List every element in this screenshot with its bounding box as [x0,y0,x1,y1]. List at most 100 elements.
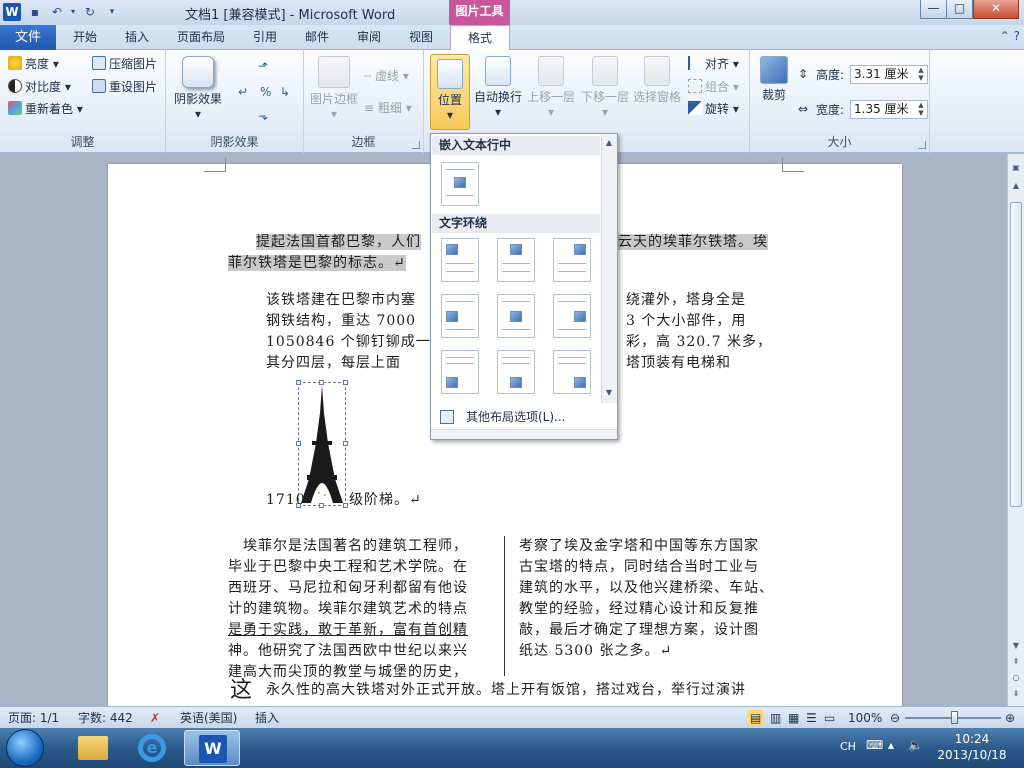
customize-toolbar-icon[interactable]: ▾ [104,4,120,20]
height-spinner-icon[interactable]: ▲ ▼ [915,66,927,83]
position-middle-left-option[interactable] [441,294,479,338]
ie-taskbar-icon[interactable]: e [124,730,180,766]
redo-icon[interactable]: ↻ [82,4,98,20]
tab-home[interactable]: 开始 [60,25,110,50]
previous-page-icon[interactable]: ⇞ [1010,656,1022,668]
menu-resize-grip[interactable] [431,429,617,439]
nudge-down-icon[interactable]: ⬎ [258,108,268,124]
explorer-taskbar-icon[interactable] [64,730,120,766]
menu-scroll-down-icon[interactable]: ▼ [603,387,615,399]
keyboard-icon[interactable]: ⌨ [866,738,883,752]
insert-mode-indicator[interactable]: 插入 [255,710,279,726]
tray-arrow-icon[interactable]: ▴ [888,738,894,752]
contrast-button[interactable]: 对比度 ▾ [8,79,71,95]
selection-pane-button[interactable]: 选择窗格 [630,56,684,105]
ruler-toggle-icon[interactable]: ▣ [1010,162,1022,174]
resize-handle[interactable] [343,380,348,385]
position-top-right-option[interactable] [553,238,591,282]
undo-dropdown-icon[interactable]: ▾ [65,4,81,20]
zoom-out-icon[interactable]: ⊖ [890,710,900,726]
menu-scroll-up-icon[interactable]: ▲ [603,137,615,149]
compress-pictures-button[interactable]: 压缩图片 [92,56,157,72]
tab-view[interactable]: 视图 [396,25,446,50]
scroll-thumb[interactable] [1010,202,1022,507]
close-button[interactable]: ✕ [973,0,1019,19]
position-top-left-option[interactable] [441,238,479,282]
proofing-icon[interactable]: ✗ [150,710,160,726]
tab-insert[interactable]: 插入 [112,25,162,50]
border-dialog-launcher-icon[interactable] [412,141,420,149]
help-icon[interactable]: ⌃ ? [1000,29,1020,43]
position-top-center-option[interactable] [497,238,535,282]
menu-scrollbar[interactable]: ▲ ▼ [601,135,617,403]
nudge-up-icon[interactable]: ⬏ [258,58,268,74]
more-layout-options-item[interactable]: 其他布局选项(L)... [432,406,600,428]
paragraph-4-line-1[interactable]: 永久性的高大铁塔对外正式开放。塔上开有饭馆，搭过戏台，举行过演讲 [266,680,746,701]
system-clock[interactable]: 10:24 2013/10/18 [936,731,1008,763]
resize-handle[interactable] [319,380,324,385]
paragraph-2-line-2-tail[interactable]: 3 个大小部件，用 [626,311,746,332]
undo-icon[interactable]: ↶ [49,4,65,20]
zoom-in-icon[interactable]: ⊕ [1005,710,1015,726]
paragraph-1-line-1-tail[interactable]: 云天的埃菲尔铁塔。埃 [618,232,768,253]
tab-page-layout[interactable]: 页面布局 [166,25,236,50]
resize-handle[interactable] [319,503,324,508]
browse-object-icon[interactable]: ○ [1010,672,1022,684]
resize-handle[interactable] [296,380,301,385]
paragraph-2-line-5-tail[interactable]: 级阶梯。↵ [349,490,422,511]
resize-handle[interactable] [343,441,348,446]
tab-mailings[interactable]: 邮件 [292,25,342,50]
reset-picture-button[interactable]: 重设图片 [92,79,157,95]
drop-cap[interactable]: 这 [230,678,253,704]
position-inline-option[interactable] [441,162,479,206]
shadow-effects-button[interactable]: 阴影效果 ▾ [172,56,224,122]
word-taskbar-icon[interactable]: W [184,730,240,766]
web-layout-view-icon[interactable]: ▦ [788,710,799,726]
start-button[interactable] [6,729,44,767]
weight-button[interactable]: ≡ 粗细 ▾ [364,100,412,116]
width-field[interactable]: 1.35 厘米 ▲ ▼ [850,100,928,119]
volume-icon[interactable]: 🔈 [908,738,923,752]
paragraph-2-line-4[interactable]: 其分四层，每层上面 [266,353,401,374]
tab-format[interactable]: 格式 [450,25,510,50]
zoom-slider-knob[interactable] [951,711,958,724]
height-field[interactable]: 3.31 厘米 ▲ ▼ [850,65,928,84]
word-count[interactable]: 字数: 442 [78,710,133,726]
position-middle-center-option[interactable] [497,294,535,338]
column-1[interactable]: 埃菲尔是法国著名的建筑工程师， 毕业于巴黎中央工程和艺术学院。在 西班牙、马尼拉… [228,536,490,683]
group-objects-button[interactable]: 组合 ▾ [688,79,739,95]
draft-view-icon[interactable]: ▭ [824,710,835,726]
size-dialog-launcher-icon[interactable] [918,141,926,149]
ime-indicator[interactable]: CH [840,740,856,753]
dashes-button[interactable]: ┄ 虚线 ▾ [364,68,409,84]
tab-references[interactable]: 引用 [240,25,290,50]
page-count[interactable]: 页面: 1/1 [8,710,59,726]
wrap-text-button[interactable]: 自动换行 ▾ [472,56,524,120]
paragraph-2-line-2[interactable]: 钢铁结构，重达 7000 [266,311,416,332]
scroll-up-icon[interactable]: ▲ [1010,180,1022,192]
paragraph-1-line-1[interactable]: 提起法国首都巴黎，人们 [256,232,421,253]
position-bottom-left-option[interactable] [441,350,479,394]
shadow-toggle-icon[interactable]: % [260,84,271,100]
paragraph-1-line-2[interactable]: 菲尔铁塔是巴黎的标志。↵ [228,253,406,274]
paragraph-2-line-3[interactable]: 1050846 个铆钉铆成一 [266,332,431,353]
bring-forward-button[interactable]: 上移一层 ▾ [524,56,578,120]
brightness-button[interactable]: 亮度 ▾ [8,56,59,72]
paragraph-2-line-5[interactable]: 1710 [266,490,306,511]
position-button[interactable]: 位置 ▾ [430,54,470,130]
word-app-icon[interactable]: W [3,3,21,21]
print-layout-view-icon[interactable]: ▤ [748,710,764,726]
zoom-level[interactable]: 100% [848,710,882,726]
width-spinner-icon[interactable]: ▲ ▼ [915,101,927,118]
language-indicator[interactable]: 英语(美国) [180,710,237,726]
maximize-button[interactable]: □ [946,0,973,19]
save-icon[interactable]: ▪ [27,4,43,20]
paragraph-2-line-1[interactable]: 该铁塔建在巴黎市内塞 [266,290,416,311]
send-backward-button[interactable]: 下移一层 ▾ [578,56,632,120]
column-2[interactable]: 考察了埃及金字塔和中国等东方国家 古宝塔的特点，同时结合当时工业与 建筑的水平，… [519,536,781,662]
tab-file[interactable]: 文件 [0,25,56,50]
eiffel-tower-picture[interactable] [296,380,348,508]
paragraph-2-line-1-tail[interactable]: 绕灌外，塔身全是 [626,290,746,311]
next-page-icon[interactable]: ⇟ [1010,688,1022,700]
position-bottom-right-option[interactable] [553,350,591,394]
